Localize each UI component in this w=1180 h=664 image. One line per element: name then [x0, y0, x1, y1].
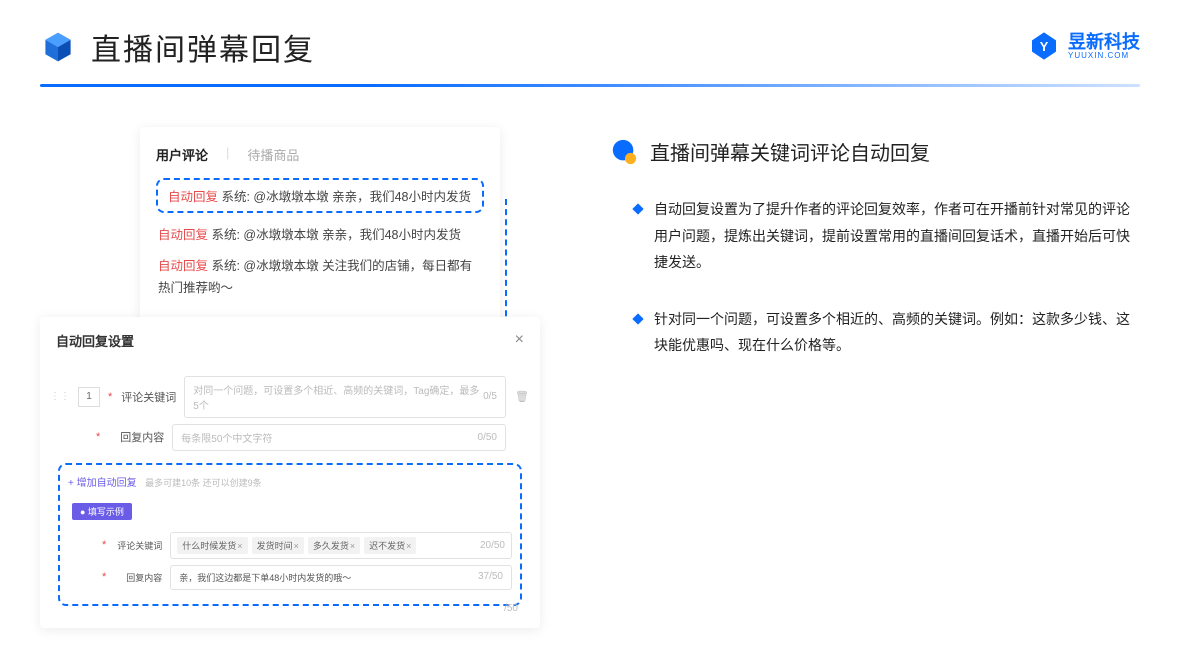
ex-keyword-input[interactable]: 什么时候发货× 发货时间× 多久发货× 迟不发货× 20/50	[170, 532, 512, 559]
content-input[interactable]: 每条限50个中文字符 0/50	[172, 424, 506, 451]
close-icon[interactable]: ×	[515, 331, 524, 349]
auto-reply-tag: 自动回复	[168, 190, 218, 204]
example-badge: ● 填写示例	[72, 503, 132, 520]
drag-handle-icon[interactable]: ⋮⋮	[50, 391, 70, 402]
ex-content-input[interactable]: 亲，我们这边都是下单48小时内发货的哦～ 37/50	[170, 565, 512, 590]
highlighted-comment: 自动回复 系统: @冰墩墩本墩 亲亲，我们48小时内发货	[156, 178, 484, 213]
required-marker: *	[102, 571, 106, 583]
tag: 什么时候发货×	[177, 537, 247, 554]
bullet-item: 针对同一个问题，可设置多个相近的、高频的关键词。例如：这款多少钱、这块能优惠吗、…	[634, 306, 1140, 359]
auto-reply-tag: 自动回复	[158, 228, 208, 242]
comment-text: 系统: @冰墩墩本墩 亲亲，我们48小时内发货	[218, 190, 471, 204]
comments-card: 用户评论 | 待播商品 自动回复 系统: @冰墩墩本墩 亲亲，我们48小时内发货…	[140, 127, 500, 325]
delete-icon[interactable]: 🗑	[514, 390, 530, 403]
bullet-text: 自动回复设置为了提升作者的评论回复效率，作者可在开播前针对常见的评论用户问题，提…	[654, 196, 1140, 276]
comment-text: 系统: @冰墩墩本墩 亲亲，我们48小时内发货	[208, 228, 461, 242]
ex-keyword-count: 20/50	[480, 540, 505, 551]
ex-content-label: 回复内容	[112, 571, 162, 584]
settings-card: 自动回复设置 × ⋮⋮ 1 * 评论关键词 对同一个问题，可设置多个相近、高频的…	[40, 317, 540, 628]
ex-keyword-label: 评论关键词	[112, 539, 162, 552]
section-title: 直播间弹幕关键词评论自动回复	[650, 137, 930, 166]
required-marker: *	[108, 391, 112, 403]
tab-separator: |	[226, 145, 229, 164]
bullet-text: 针对同一个问题，可设置多个相近的、高频的关键词。例如：这款多少钱、这块能优惠吗、…	[654, 306, 1140, 359]
keyword-input[interactable]: 对同一个问题，可设置多个相近、高频的关键词，Tag确定，最多5个 0/5	[184, 376, 506, 418]
brand-domain: YUUXIN.COM	[1068, 51, 1140, 60]
comment-row: 自动回复 系统: @冰墩墩本墩 亲亲，我们48小时内发货	[158, 225, 482, 246]
add-hint: 最多可建10条 还可以创建9条	[145, 478, 262, 488]
required-marker: *	[96, 431, 100, 443]
bottom-count: /50	[504, 603, 518, 614]
tab-user-comments[interactable]: 用户评论	[156, 145, 208, 164]
keyword-label: 评论关键词	[118, 389, 176, 405]
diamond-icon	[632, 203, 643, 214]
tag: 发货时间×	[252, 537, 304, 554]
svg-text:Y: Y	[1040, 39, 1049, 54]
row-number: 1	[78, 387, 100, 407]
content-placeholder: 每条限50个中文字符	[181, 430, 272, 445]
brand-logo: Y 昱新科技 YUUXIN.COM	[1028, 30, 1140, 62]
bullet-item: 自动回复设置为了提升作者的评论回复效率，作者可在开播前针对常见的评论用户问题，提…	[634, 196, 1140, 276]
page-title: 直播间弹幕回复	[91, 25, 315, 69]
content-label: 回复内容	[106, 429, 164, 445]
example-box: + 增加自动回复 最多可建10条 还可以创建9条 ● 填写示例 * 评论关键词 …	[58, 463, 522, 606]
add-auto-reply-link[interactable]: + 增加自动回复	[68, 478, 137, 489]
tag: 多久发货×	[308, 537, 360, 554]
keyword-placeholder: 对同一个问题，可设置多个相近、高频的关键词，Tag确定，最多5个	[193, 382, 483, 412]
diamond-icon	[632, 313, 643, 324]
auto-reply-tag: 自动回复	[158, 259, 208, 273]
required-marker: *	[102, 539, 106, 551]
section-icon	[610, 138, 638, 166]
ex-content-count: 37/50	[478, 571, 503, 584]
keyword-count: 0/5	[483, 391, 497, 402]
comment-row: 自动回复 系统: @冰墩墩本墩 关注我们的店铺，每日都有热门推荐哟～	[158, 256, 482, 299]
tab-pending-products[interactable]: 待播商品	[247, 145, 299, 164]
settings-title: 自动回复设置	[56, 331, 134, 350]
tag: 迟不发货×	[364, 537, 416, 554]
cube-logo-icon	[40, 29, 76, 65]
brand-name: 昱新科技	[1068, 33, 1140, 51]
brand-icon: Y	[1028, 30, 1060, 62]
content-count: 0/50	[478, 432, 497, 443]
ex-content-value: 亲，我们这边都是下单48小时内发货的哦～	[179, 571, 351, 584]
